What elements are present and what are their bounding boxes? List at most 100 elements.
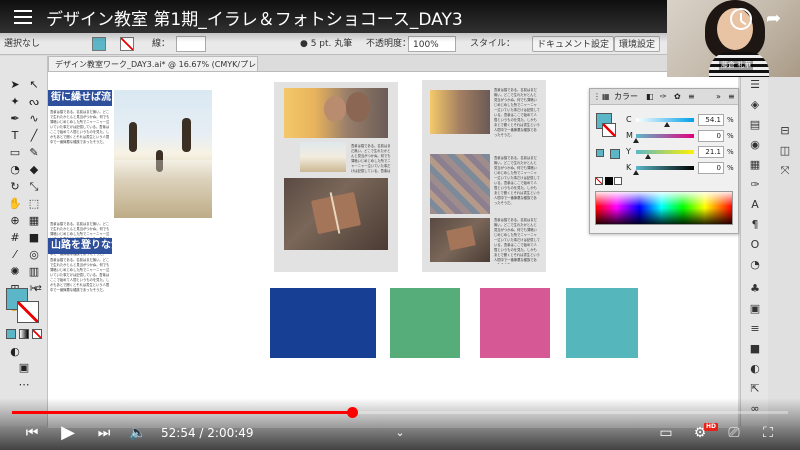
teal-tile[interactable] <box>566 288 638 358</box>
gradient-mode-icon[interactable] <box>19 329 29 339</box>
slider-k[interactable]: K 0% <box>590 161 738 175</box>
eraser-tool-icon[interactable]: ◆ <box>27 163 41 177</box>
navy-tile[interactable] <box>270 288 376 358</box>
transparency-icon[interactable]: ◐ <box>748 362 762 376</box>
color-panel-icon[interactable]: ◉ <box>748 138 762 152</box>
green-tile[interactable] <box>390 288 460 358</box>
share-icon[interactable]: ➦ <box>766 8 781 30</box>
layers-icon[interactable]: ◈ <box>748 98 762 112</box>
graphic-styles-icon[interactable]: ▣ <box>748 302 762 316</box>
next-icon[interactable]: ⏭ <box>94 424 114 442</box>
chevron-down-icon[interactable]: ⌄ <box>392 424 408 442</box>
slider-knob[interactable] <box>664 122 671 127</box>
menu-icon[interactable] <box>14 10 32 26</box>
color-tab[interactable]: カラー <box>614 89 638 105</box>
pink-tile[interactable] <box>480 288 550 358</box>
expand-panel-icon[interactable]: » <box>716 89 721 105</box>
none-color-icon[interactable] <box>595 177 603 185</box>
black-color-icon[interactable] <box>605 177 613 185</box>
swap-fill-stroke-icon[interactable]: ⇄ <box>31 282 45 296</box>
pen-tool-icon[interactable]: ✒ <box>8 112 22 126</box>
magic-wand-icon[interactable]: ✦ <box>8 95 22 109</box>
color-spectrum[interactable] <box>595 191 733 225</box>
slider-knob[interactable] <box>633 170 639 175</box>
line-tool-icon[interactable]: ╱ <box>27 129 41 143</box>
beach-small-photo[interactable] <box>300 142 346 172</box>
slider-track[interactable] <box>636 134 694 138</box>
transform-icon[interactable]: ⤧ <box>778 164 792 178</box>
selection-tool-icon[interactable]: ➤ <box>8 78 22 92</box>
eyedropper-tool-icon[interactable]: ⁄ <box>8 248 22 262</box>
live-paint-icon[interactable]: ▦ <box>27 214 41 228</box>
slider-y[interactable]: Y 21.1% <box>590 145 738 159</box>
color-guide-tab-icon[interactable]: ◧ <box>646 89 654 105</box>
notebook-small-photo[interactable] <box>430 218 490 262</box>
stroke-icon[interactable]: ≡ <box>748 322 762 336</box>
previous-icon[interactable]: ⏮ <box>22 424 42 442</box>
family-beach-photo[interactable] <box>114 90 212 218</box>
rectangle-tool-icon[interactable]: ▭ <box>8 146 22 160</box>
symbols-icon[interactable]: ♣ <box>748 282 762 296</box>
type-tool-icon[interactable]: T <box>8 129 22 143</box>
gradient-tool-icon[interactable]: ■ <box>27 231 41 245</box>
fullscreen-icon[interactable]: ⛶ <box>758 424 778 442</box>
progress-scrubber[interactable] <box>346 407 358 418</box>
brushes-icon[interactable]: ✑ <box>748 178 762 192</box>
video-title[interactable]: デザイン教室 第1期_イラレ＆フォトショコース_DAY3 <box>46 9 463 31</box>
pattern-photo[interactable] <box>430 154 490 214</box>
artboard-3[interactable]: 吾輩は猫である。名前はまだ無い。どこで生れたかとんと見当がつかぬ。何でも薄暗いじ… <box>422 80 546 272</box>
cast-icon[interactable]: ⎚ <box>724 424 744 442</box>
scale-tool-icon[interactable]: ⤡ <box>27 180 41 194</box>
graph-tool-icon[interactable]: ▥ <box>27 265 41 279</box>
slider-value-input[interactable]: 54.1 <box>698 114 724 126</box>
slider-track[interactable] <box>636 166 694 170</box>
slider-value-input[interactable]: 0 <box>698 162 724 174</box>
panel-menu-icon[interactable]: ≡ <box>728 89 735 105</box>
paragraph-icon[interactable]: ¶ <box>748 218 762 232</box>
play-icon[interactable]: ▶ <box>58 424 78 442</box>
slider-knob[interactable] <box>645 154 652 159</box>
subtitles-icon[interactable]: ▭ <box>656 424 676 442</box>
curvature-tool-icon[interactable]: ∿ <box>27 112 41 126</box>
direct-selection-tool-icon[interactable]: ↖ <box>27 78 41 92</box>
volume-icon[interactable]: 🔈 <box>128 424 148 442</box>
free-transform-icon[interactable]: ⬚ <box>27 197 41 211</box>
pathfinder-icon[interactable]: ◫ <box>778 144 792 158</box>
color-mode-icon[interactable] <box>6 329 16 339</box>
notebook-photo[interactable] <box>284 178 388 250</box>
slider-c[interactable]: C 54.1% <box>590 113 738 127</box>
libraries-icon[interactable]: ▤ <box>748 118 762 132</box>
draw-mode-icon[interactable]: ◐ <box>8 345 22 359</box>
brushes-tab-icon[interactable]: ✑ <box>660 89 667 105</box>
swatches-icon[interactable]: ▦ <box>748 158 762 172</box>
slider-value-input[interactable]: 21.1 <box>698 146 724 158</box>
progress-bar[interactable] <box>12 407 788 418</box>
mesh-tool-icon[interactable]: # <box>8 231 22 245</box>
swatches-tab-icon[interactable]: ▦ <box>602 89 610 105</box>
align-icon[interactable]: ⊟ <box>778 124 792 138</box>
blend-tool-icon[interactable]: ◎ <box>27 248 41 262</box>
rotate-tool-icon[interactable]: ↻ <box>8 180 22 194</box>
paintbrush-tool-icon[interactable]: ✎ <box>27 146 41 160</box>
warp-tool-icon[interactable]: ✋ <box>8 197 22 211</box>
opentype-icon[interactable]: O <box>748 238 762 252</box>
slider-value-input[interactable]: 0 <box>698 130 724 142</box>
glyph-icon[interactable]: ◔ <box>748 258 762 272</box>
stroke-color-box[interactable] <box>17 301 39 323</box>
family-closeup-photo[interactable] <box>284 88 388 138</box>
symbols-tab-icon[interactable]: ✿ <box>674 89 681 105</box>
family-closeup-small-photo[interactable] <box>430 90 490 134</box>
artboard-2[interactable]: 吾輩は猫である。名前はまだ無い。どこで生れたかとんと見当がつかぬ。何でも薄暗いじ… <box>274 82 398 272</box>
gradient-icon[interactable]: ■ <box>748 342 762 356</box>
watch-later-icon[interactable] <box>730 8 752 30</box>
none-mode-icon[interactable] <box>32 329 42 339</box>
export-icon[interactable]: ⇱ <box>748 382 762 396</box>
stroke-tab-icon[interactable]: ≡ <box>688 89 695 105</box>
shaper-tool-icon[interactable]: ◔ <box>8 163 22 177</box>
more-tools-icon[interactable]: ⋯ <box>17 378 31 392</box>
character-icon[interactable]: A <box>748 198 762 212</box>
shape-builder-icon[interactable]: ⊕ <box>8 214 22 228</box>
symbol-sprayer-icon[interactable]: ✺ <box>8 265 22 279</box>
slider-knob[interactable] <box>633 138 639 143</box>
screen-mode-icon[interactable]: ▣ <box>17 361 31 375</box>
